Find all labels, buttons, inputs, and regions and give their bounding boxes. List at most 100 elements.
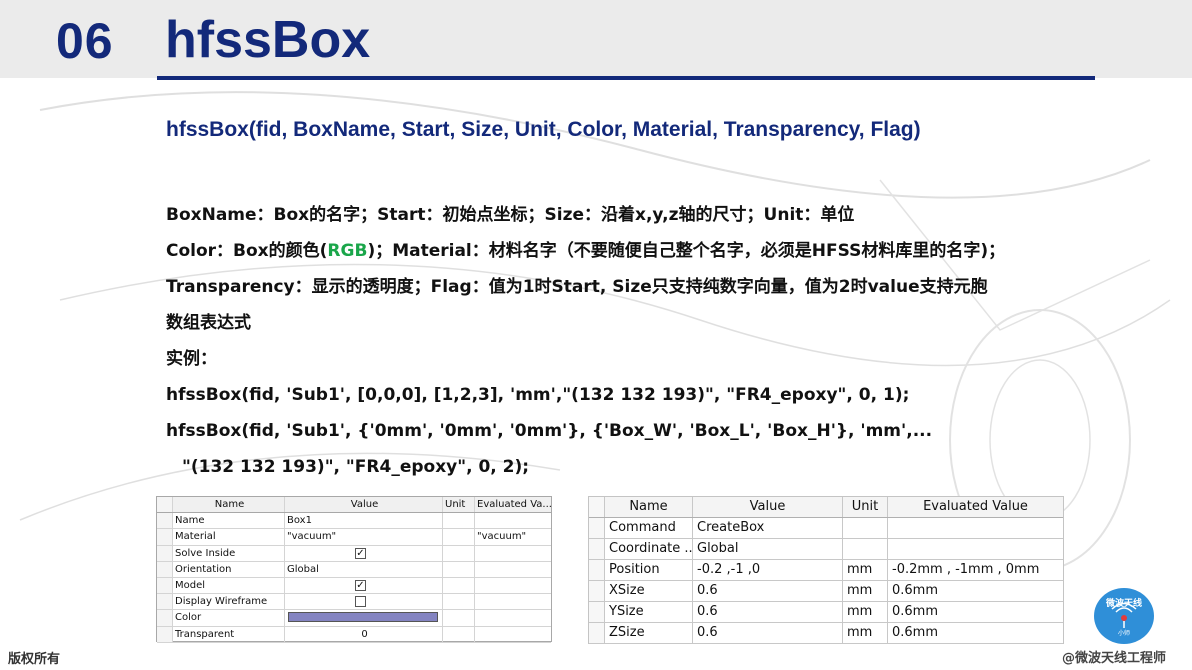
property-value[interactable]: 0.6 (693, 623, 843, 643)
table-row[interactable]: Color (157, 610, 551, 627)
property-value[interactable]: 0.6 (693, 581, 843, 601)
column-header-name[interactable]: Name (173, 497, 285, 513)
table-row[interactable]: Position -0.2 ,-1 ,0 mm -0.2mm , -1mm , … (589, 560, 1063, 581)
property-name: Command (605, 518, 693, 538)
table-row[interactable]: Name Box1 (157, 513, 551, 530)
example-label: 实例： (166, 349, 217, 369)
author-watermark: @微波天线工程师 (1062, 651, 1167, 666)
property-value[interactable]: "vacuum" (285, 529, 443, 545)
table-row[interactable]: Transparent 0 (157, 626, 551, 643)
function-signature: hfssBox(fid, BoxName, Start, Size, Unit,… (166, 118, 921, 141)
column-header-name[interactable]: Name (605, 497, 693, 517)
property-unit: mm (843, 560, 888, 580)
table-row[interactable]: Display Wireframe (157, 594, 551, 611)
model-checkbox[interactable]: ✓ (355, 579, 366, 591)
grid-header-row: Name Value Unit Evaluated Va... (157, 497, 551, 514)
badge-subtitle: 小师 (1117, 630, 1130, 637)
property-evaluated (475, 627, 551, 642)
property-value[interactable]: Global (285, 561, 443, 577)
column-header-evaluated[interactable]: Evaluated Value (888, 497, 1063, 517)
property-unit (843, 539, 888, 559)
example-2: hfssBox(fid, 'Sub1', {'0mm', '0mm', '0mm… (166, 421, 933, 441)
param-line-1: BoxName：Box的名字；Start：初始点坐标；Size：沿着x,y,z轴… (166, 205, 855, 225)
table-row[interactable]: XSize 0.6 mm 0.6mm (589, 581, 1063, 602)
table-row[interactable]: Coordinate ... Global (589, 539, 1063, 560)
property-unit (443, 626, 475, 642)
column-header-unit[interactable]: Unit (843, 497, 888, 517)
property-unit (443, 545, 475, 561)
property-unit: mm (843, 623, 888, 643)
property-name: Material (173, 529, 285, 545)
page-title: hfssBox (165, 11, 371, 69)
brand-badge: 微波天线 小师 (1094, 588, 1154, 644)
property-unit (443, 610, 475, 626)
transparency-input[interactable]: 0 (285, 626, 443, 642)
property-name: Orientation (173, 561, 285, 577)
property-value[interactable]: CreateBox (693, 518, 843, 538)
table-row[interactable]: Model ✓ (157, 577, 551, 595)
property-unit: mm (843, 581, 888, 601)
property-evaluated (475, 594, 551, 609)
column-header-value[interactable]: Value (285, 497, 443, 513)
solve-inside-checkbox[interactable]: ✓ (355, 547, 366, 559)
property-evaluated (475, 513, 551, 528)
table-row[interactable]: YSize 0.6 mm 0.6mm (589, 602, 1063, 623)
rgb-highlight: RGB (327, 241, 368, 261)
column-header-value[interactable]: Value (693, 497, 843, 517)
grid-header-row: Name Value Unit Evaluated Value (589, 497, 1063, 518)
title-underline (157, 76, 1095, 80)
property-value[interactable]: Box1 (285, 513, 443, 529)
property-name: Display Wireframe (173, 594, 285, 610)
table-row[interactable]: Solve Inside ✓ (157, 545, 551, 562)
param-line-2-prefix: Color：Box的颜色( (166, 241, 328, 261)
table-row[interactable]: ZSize 0.6 mm 0.6mm (589, 623, 1063, 644)
property-name: ZSize (605, 623, 693, 643)
color-swatch[interactable] (288, 612, 438, 623)
property-name: Model (173, 577, 285, 594)
example-3: "(132 132 193)", "FR4_epoxy", 0, 2); (182, 457, 530, 477)
property-name: Coordinate ... (605, 539, 693, 559)
table-row[interactable]: Orientation Global (157, 561, 551, 578)
column-header-evaluated[interactable]: Evaluated Va... (475, 497, 551, 512)
property-unit (443, 561, 475, 577)
property-value[interactable]: -0.2 ,-1 ,0 (693, 560, 843, 580)
property-unit (443, 529, 475, 545)
table-row[interactable]: Command CreateBox (589, 518, 1063, 539)
property-name: YSize (605, 602, 693, 622)
param-line-3: Transparency：显示的透明度；Flag：值为1时Start, Size… (166, 277, 988, 297)
property-value[interactable]: Global (693, 539, 843, 559)
property-evaluated (888, 539, 1063, 559)
copyright-text: 版权所有 (8, 652, 61, 667)
example-1: hfssBox(fid, 'Sub1', [0,0,0], [1,2,3], '… (166, 385, 910, 405)
property-evaluated (888, 518, 1063, 538)
property-name: XSize (605, 581, 693, 601)
property-evaluated (475, 610, 551, 625)
table-row[interactable]: Material "vacuum" "vacuum" (157, 529, 551, 546)
property-name: Solve Inside (173, 545, 285, 561)
property-unit (443, 513, 475, 529)
property-evaluated: 0.6mm (892, 604, 939, 619)
column-header-unit[interactable]: Unit (443, 497, 475, 513)
property-name: Position (605, 560, 693, 580)
property-evaluated: -0.2mm , -1mm , 0mm (892, 562, 1040, 577)
property-unit (443, 577, 475, 594)
property-evaluated (475, 562, 551, 577)
section-number: 06 (56, 13, 114, 69)
property-evaluated: 0.6mm (892, 625, 939, 640)
description-text: BoxName：Box的名字；Start：初始点坐标；Size：沿着x,y,z轴… (166, 200, 1146, 488)
box-properties-grid: Name Value Unit Evaluated Va... Name Box… (156, 496, 552, 643)
property-evaluated: "vacuum" (477, 531, 527, 543)
property-evaluated (475, 578, 551, 593)
property-evaluated: 0.6mm (892, 583, 939, 598)
property-name: Name (173, 513, 285, 529)
param-line-4: 数组表达式 (166, 313, 251, 333)
display-wireframe-checkbox[interactable] (355, 596, 366, 608)
property-name: Color (173, 610, 285, 626)
property-evaluated (475, 546, 551, 561)
param-line-2: Color：Box的颜色(RGB)；Material：材料名字（不要随便自己整个… (166, 236, 1146, 272)
create-box-command-grid: Name Value Unit Evaluated Value Command … (588, 496, 1064, 644)
property-unit: mm (843, 602, 888, 622)
property-value[interactable]: 0.6 (693, 602, 843, 622)
property-name: Transparent (173, 626, 285, 642)
param-line-2-suffix: )；Material：材料名字（不要随便自己整个名字，必须是HFSS材料库里的名… (367, 241, 1006, 261)
